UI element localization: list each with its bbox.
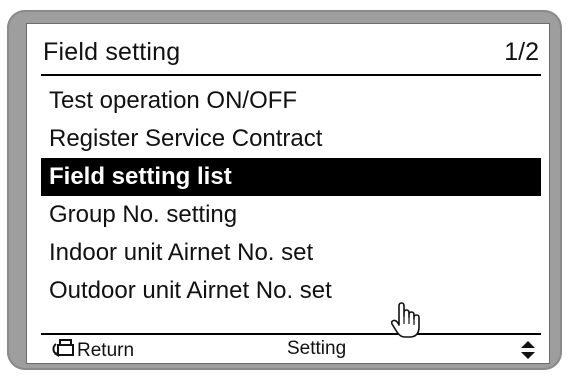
menu-item-label: Group No. setting [49, 201, 238, 228]
hand-cursor-icon [389, 300, 423, 345]
return-label: Return [77, 340, 135, 361]
menu-item-label: Indoor unit Airnet No. set [49, 239, 314, 266]
page-title: Field setting [43, 38, 181, 66]
menu-item-test-operation[interactable]: Test operation ON/OFF [41, 82, 541, 120]
menu-item-label: Register Service Contract [49, 125, 323, 152]
menu-item-label: Test operation ON/OFF [49, 87, 298, 114]
menu-item-field-setting-list[interactable]: Field setting list [41, 158, 541, 196]
menu-item-label: Field setting list [49, 163, 232, 190]
menu-list: Test operation ON/OFF Register Service C… [41, 82, 541, 310]
menu-item-register-service-contract[interactable]: Register Service Contract [41, 120, 541, 158]
up-down-arrow-icon [521, 341, 535, 364]
return-button[interactable]: Return [51, 338, 134, 364]
setting-label: Setting [287, 338, 347, 359]
menu-item-outdoor-airnet[interactable]: Outdoor unit Airnet No. set [41, 272, 541, 310]
controller-bezel: Field setting 1/2 Test operation ON/OFF … [7, 10, 562, 370]
return-icon [51, 338, 75, 364]
screen-header: Field setting 1/2 [41, 36, 541, 76]
menu-item-indoor-airnet[interactable]: Indoor unit Airnet No. set [41, 234, 541, 272]
menu-item-group-no-setting[interactable]: Group No. setting [41, 196, 541, 234]
screen-footer: Return Setting [41, 333, 541, 364]
menu-item-label: Outdoor unit Airnet No. set [49, 277, 332, 304]
lcd-screen: Field setting 1/2 Test operation ON/OFF … [26, 23, 550, 364]
page-indicator: 1/2 [504, 38, 539, 66]
